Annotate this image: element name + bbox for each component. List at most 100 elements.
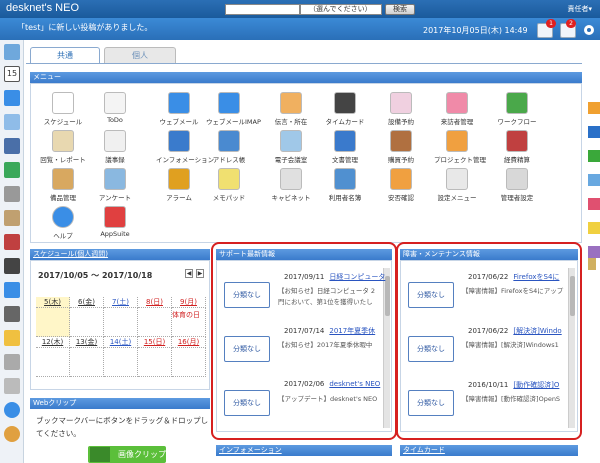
cabinet-icon[interactable]: [4, 258, 20, 274]
menu-item-admin[interactable]: 管理者設定: [494, 168, 540, 202]
list-icon[interactable]: [4, 354, 20, 370]
circular-icon: [52, 130, 74, 152]
color-tag-purple-icon[interactable]: [588, 246, 600, 258]
menu-item-purchase[interactable]: 購買予約: [378, 130, 424, 164]
menu-item-cabinet[interactable]: キャビネット: [268, 168, 314, 202]
pencil-icon[interactable]: [588, 258, 596, 270]
schedule-panel-header[interactable]: スケジュール(個人週間): [30, 249, 210, 260]
calendar-day-cell[interactable]: [70, 308, 104, 337]
calendar-day-cell[interactable]: [104, 308, 138, 337]
menu-item-workflow[interactable]: ワークフロー: [494, 92, 540, 126]
maintenance-highlight: [396, 242, 582, 440]
color-tag-yellow-icon[interactable]: [588, 222, 600, 234]
calendar-day-header[interactable]: 13(金): [70, 337, 104, 348]
user-menu[interactable]: 責任者▾: [567, 4, 592, 14]
menu-item-label: プロジェクト管理: [434, 156, 486, 164]
tab-personal[interactable]: 個人: [104, 47, 176, 64]
menu-item-visitor[interactable]: 来訪者管理: [434, 92, 480, 126]
tools-icon[interactable]: [4, 378, 20, 394]
menu-item-document[interactable]: 文書管理: [322, 130, 368, 164]
timecard-icon[interactable]: [4, 138, 20, 154]
facility-icon[interactable]: [4, 186, 20, 202]
color-tag-lightblue-icon[interactable]: [588, 174, 600, 186]
menu-item-userlist[interactable]: 利用者名簿: [322, 168, 368, 202]
color-tag-green-icon[interactable]: [588, 150, 600, 162]
calendar-day-cell[interactable]: [36, 308, 70, 337]
calendar-day-header[interactable]: 16(月): [172, 337, 206, 348]
note-icon[interactable]: [4, 330, 20, 346]
calendar-day-cell[interactable]: [36, 348, 70, 377]
portal-icon[interactable]: [4, 44, 20, 60]
notification-count-badge: 1: [546, 19, 556, 28]
menu-item-memo[interactable]: メモパッド: [206, 168, 252, 202]
search-keyword-input[interactable]: [225, 4, 300, 15]
help-icon: [52, 206, 74, 228]
menu-item-project[interactable]: プロジェクト管理: [434, 130, 486, 164]
schedule-range: 2017/10/05 ～ 2017/10/18: [38, 271, 153, 280]
calendar-day-cell[interactable]: [172, 348, 206, 377]
menu-item-webmail-imap[interactable]: ウェブメールIMAP: [206, 92, 261, 126]
menu-item-information[interactable]: インフォメーション: [156, 130, 214, 164]
prev-week-button[interactable]: ◀: [185, 269, 193, 278]
menu-item-message[interactable]: 伝言・所在: [268, 92, 314, 126]
purchase-icon: [390, 130, 412, 152]
calendar-day-header[interactable]: 14(土): [104, 337, 138, 348]
menu-item-minutes[interactable]: 議事録: [92, 130, 138, 164]
admin-icon: [506, 168, 528, 190]
menu-item-address[interactable]: アドレス帳: [206, 130, 252, 164]
folder-icon[interactable]: [4, 306, 20, 322]
menu-item-label: 伝言・所在: [274, 118, 308, 126]
help-icon[interactable]: [4, 402, 20, 418]
webmail-icon[interactable]: [4, 90, 20, 106]
menu-item-label: スケジュール: [43, 118, 83, 126]
chart-icon[interactable]: [4, 282, 20, 298]
workflow-icon: [506, 92, 528, 114]
color-tag-orange-icon[interactable]: [588, 102, 600, 114]
webclip-instructions: ブックマークバーにボタンをドラッグ＆ドロップし てください。: [36, 416, 209, 438]
calendar-day-cell[interactable]: [104, 348, 138, 377]
calendar-day-cell[interactable]: [138, 308, 172, 337]
information-panel-header[interactable]: インフォメーション: [216, 445, 392, 456]
menu-item-meeting[interactable]: 電子会議室: [268, 130, 314, 164]
color-tag-pink-icon[interactable]: [588, 198, 600, 210]
calendar-day-cell[interactable]: [70, 348, 104, 377]
board-icon[interactable]: [4, 234, 20, 250]
menu-item-timecard[interactable]: タイムカード: [322, 92, 368, 126]
notification-text[interactable]: 「test」に新しい投稿がありました。: [17, 22, 152, 33]
tab-common[interactable]: 共通: [30, 47, 100, 64]
menu-item-alarm[interactable]: アラーム: [156, 168, 202, 202]
menu-item-survey[interactable]: アンケート: [92, 168, 138, 202]
calendar-day-cell[interactable]: [138, 348, 172, 377]
search-button[interactable]: 検索: [385, 4, 415, 15]
calendar-day-header[interactable]: 15(日): [138, 337, 172, 348]
menu-item-help[interactable]: ヘルプ: [40, 206, 86, 240]
menu-item-calendar[interactable]: スケジュール: [40, 92, 86, 126]
calendar-day-header[interactable]: 7(土): [104, 297, 138, 308]
menu-item-safety[interactable]: 安否確認: [378, 168, 424, 202]
next-week-button[interactable]: ▶: [196, 269, 204, 278]
message-icon[interactable]: [4, 114, 20, 130]
menu-item-webmail[interactable]: ウェブメール: [156, 92, 202, 126]
menu-item-settings[interactable]: 設定メニュー: [434, 168, 480, 202]
timecard-panel-header[interactable]: タイムカード: [400, 445, 578, 456]
settings-gear-icon[interactable]: [582, 23, 596, 38]
calendar-day-header[interactable]: 12(木): [36, 337, 70, 348]
circular-icon[interactable]: [4, 210, 20, 226]
menu-item-todo[interactable]: ToDo: [92, 92, 138, 124]
menu-item-facility[interactable]: 設備予約: [378, 92, 424, 126]
app-logo[interactable]: desknet's NEO: [6, 2, 79, 14]
workflow-icon[interactable]: [4, 162, 20, 178]
calendar-day-header[interactable]: 9(月): [172, 297, 206, 308]
schedule-icon[interactable]: 15: [4, 66, 20, 82]
menu-item-label: AppSuite: [100, 230, 130, 238]
calendar-day-header[interactable]: 6(金): [70, 297, 104, 308]
menu-item-equipment[interactable]: 備品管理: [40, 168, 86, 202]
avatar-icon[interactable]: [4, 426, 20, 442]
color-tag-blue-icon[interactable]: [588, 126, 600, 138]
calendar-day-header[interactable]: 5(木): [36, 297, 70, 308]
menu-item-appsuite[interactable]: AppSuite: [92, 206, 138, 238]
search-scope-select[interactable]: （選んでください）: [300, 4, 382, 15]
calendar-day-header[interactable]: 8(日): [138, 297, 172, 308]
menu-item-expense[interactable]: 経費精算: [494, 130, 540, 164]
menu-item-circular[interactable]: 回覧・レポート: [40, 130, 86, 164]
